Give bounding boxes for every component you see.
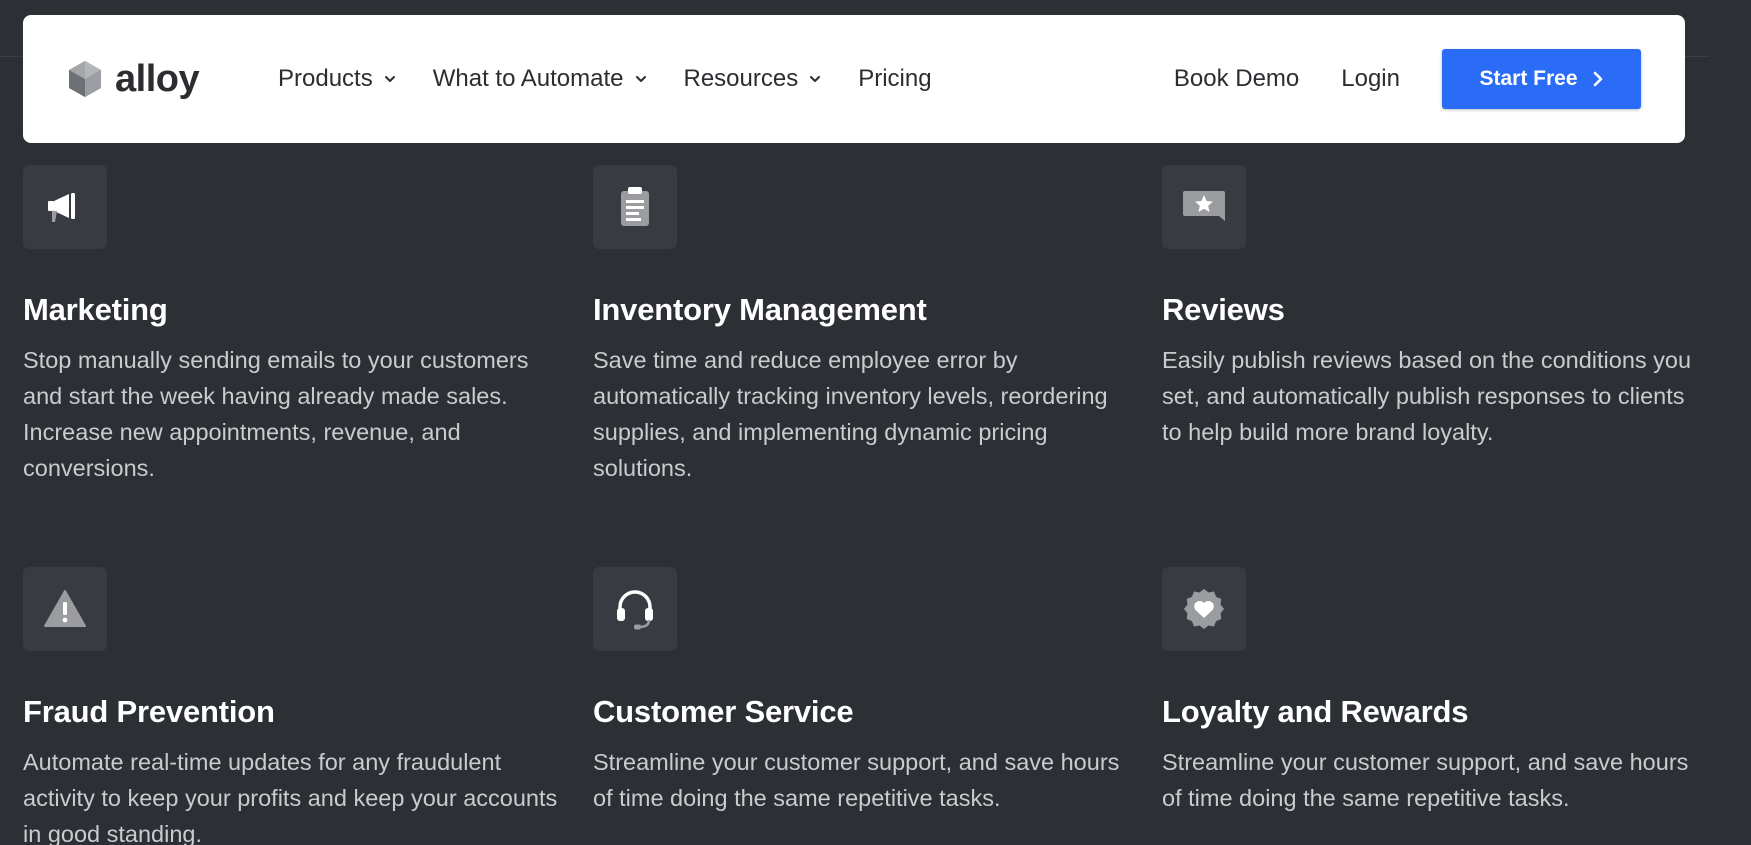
- feature-title: Reviews: [1162, 292, 1285, 327]
- feature-icon-box: [593, 567, 677, 651]
- feature-description: Save time and reduce employee error by a…: [593, 347, 1108, 482]
- feature-card-fraud-prevention: Fraud Prevention Automate real-time upda…: [23, 567, 563, 845]
- nav-pricing-label: Pricing: [858, 65, 932, 92]
- feature-title: Customer Service: [593, 694, 854, 729]
- chevron-right-icon: [1593, 71, 1602, 87]
- warning-icon: [44, 590, 86, 627]
- brand-name: alloy: [115, 58, 200, 100]
- nav-resources[interactable]: Resources: [684, 65, 823, 93]
- nav-resources-label: Resources: [683, 65, 799, 92]
- chevron-down-icon: [635, 76, 646, 82]
- main-nav: Products What to Automate Resources Pric…: [278, 59, 968, 99]
- start-free-button[interactable]: Start Free: [1442, 49, 1641, 109]
- book-demo-link[interactable]: Book Demo: [1174, 65, 1299, 93]
- feature-icon-box: [23, 165, 107, 249]
- feature-card-customer-service: Customer Service Streamline your custome…: [593, 567, 1133, 816]
- feature-description: Easily publish reviews based on the cond…: [1162, 347, 1692, 446]
- brand-logo[interactable]: alloy: [67, 55, 200, 103]
- feature-card-reviews: Reviews Easily publish reviews based on …: [1162, 165, 1702, 450]
- login-link[interactable]: Login: [1341, 65, 1400, 93]
- feature-icon-box: [23, 567, 107, 651]
- feature-card-loyalty-and-rewards: Loyalty and Rewards Streamline your cust…: [1162, 567, 1702, 816]
- nav-pricing[interactable]: Pricing: [858, 65, 931, 93]
- alloy-logo-icon: [69, 61, 101, 97]
- megaphone-icon: [48, 193, 75, 222]
- feature-icon-box: [1162, 567, 1246, 651]
- feature-description: Streamline your customer support, and sa…: [1162, 749, 1689, 812]
- feature-icon-box: [1162, 165, 1246, 249]
- nav-what-to-automate-label: What to Automate: [432, 65, 624, 92]
- headset-icon: [617, 590, 653, 630]
- nav-products-label: Products: [278, 65, 373, 92]
- feature-title: Marketing: [23, 292, 168, 327]
- feature-title: Loyalty and Rewards: [1162, 694, 1469, 729]
- feature-description: Stop manually sending emails to your cus…: [23, 347, 529, 482]
- feature-card-inventory-management: Inventory Management Save time and reduc…: [593, 165, 1133, 486]
- feature-description: Automate real-time updates for any fraud…: [23, 749, 558, 845]
- chevron-down-icon: [810, 76, 821, 82]
- clipboard-icon: [621, 187, 649, 226]
- feature-title: Inventory Management: [593, 292, 927, 327]
- start-free-label: Start Free: [1479, 67, 1578, 90]
- navbar: alloy Products What to Automate Resource…: [23, 15, 1685, 143]
- star-comment-icon: [1183, 191, 1225, 221]
- feature-icon-box: [593, 165, 677, 249]
- feature-description: Streamline your customer support, and sa…: [593, 749, 1120, 812]
- feature-card-marketing: Marketing Stop manually sending emails t…: [23, 165, 563, 486]
- feature-title: Fraud Prevention: [23, 694, 275, 729]
- header-actions: Book Demo Login Start Free: [1174, 49, 1641, 109]
- heart-badge-icon: [1184, 589, 1224, 629]
- chevron-down-icon: [384, 76, 395, 82]
- nav-products[interactable]: Products: [278, 65, 397, 93]
- nav-what-to-automate[interactable]: What to Automate: [433, 65, 648, 93]
